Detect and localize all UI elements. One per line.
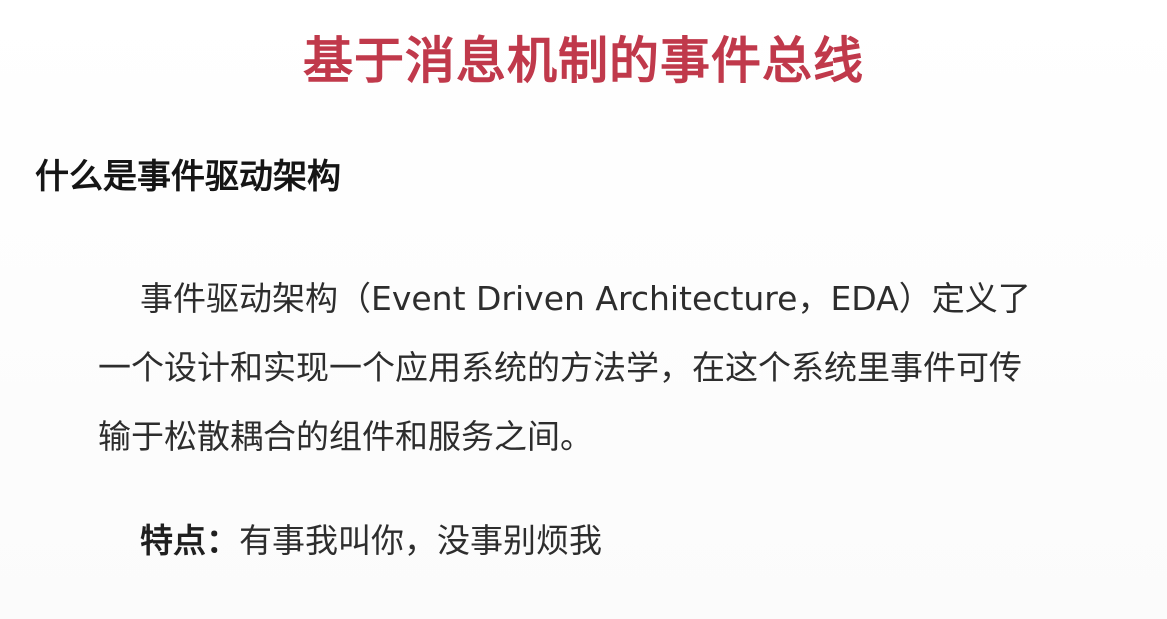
slide: 基于消息机制的事件总线 什么是事件驱动架构 事件驱动架构（Event Drive… <box>0 0 1167 619</box>
paragraph-line: 事件驱动架构（Event Driven Architecture，EDA）定义了 <box>140 279 1031 318</box>
paragraph-line: 输于松散耦合的组件和服务之间。 <box>98 417 593 456</box>
definition-paragraph: 事件驱动架构（Event Driven Architecture，EDA）定义了… <box>98 264 1128 471</box>
slide-title: 基于消息机制的事件总线 <box>303 32 864 90</box>
feature-text: 有事我叫你，没事别烦我 <box>239 521 602 560</box>
section-heading: 什么是事件驱动架构 <box>35 157 341 197</box>
feature-line: 特点：有事我叫你，没事别烦我 <box>140 512 602 570</box>
feature-label: 特点： <box>140 521 239 560</box>
paragraph-line: 一个设计和实现一个应用系统的方法学，在这个系统里事件可传 <box>98 348 1022 387</box>
